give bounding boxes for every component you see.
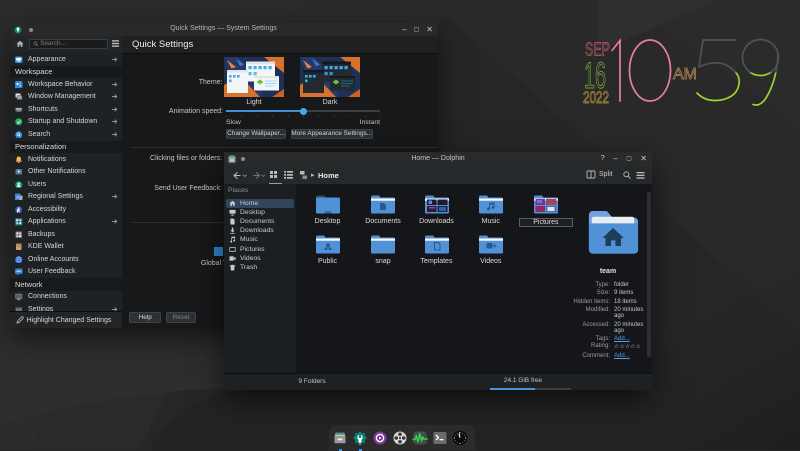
svg-text:AM: AM [673, 66, 697, 83]
svg-text:2022: 2022 [583, 88, 609, 107]
